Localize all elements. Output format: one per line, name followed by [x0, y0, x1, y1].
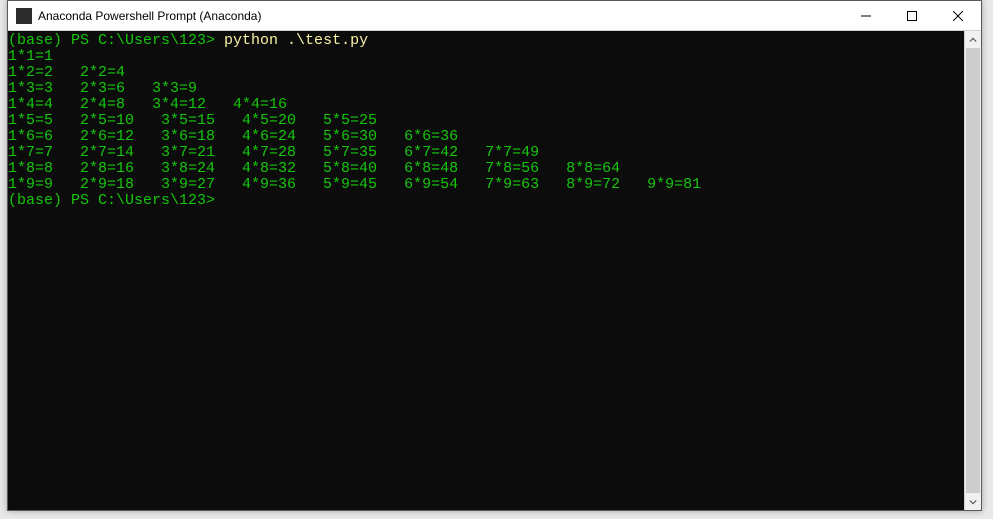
minimize-icon	[861, 11, 871, 21]
maximize-icon	[907, 11, 917, 21]
close-icon	[953, 11, 963, 21]
scrollbar[interactable]	[964, 31, 981, 510]
terminal-output-line: 1*8=8 2*8=16 3*8=24 4*8=32 5*8=40 6*8=48…	[8, 161, 964, 177]
chevron-up-icon	[969, 36, 977, 44]
prompt-text: (base) PS C:\Users\123>	[8, 32, 224, 49]
terminal-output-line: 1*9=9 2*9=18 3*9=27 4*9=36 5*9=45 6*9=54…	[8, 177, 964, 193]
chevron-down-icon	[969, 498, 977, 506]
terminal-output-line: 1*1=1	[8, 49, 964, 65]
command-text: python .\test.py	[224, 32, 368, 49]
terminal-output-line: 1*2=2 2*2=4	[8, 65, 964, 81]
window-controls	[843, 1, 981, 30]
scroll-thumb[interactable]	[966, 48, 980, 493]
terminal-output-line: 1*6=6 2*6=12 3*6=18 4*6=24 5*6=30 6*6=36	[8, 129, 964, 145]
terminal-output-line: 1*3=3 2*3=6 3*3=9	[8, 81, 964, 97]
minimize-button[interactable]	[843, 1, 889, 30]
scroll-up-button[interactable]	[965, 31, 981, 48]
scroll-track[interactable]	[965, 48, 981, 493]
client-area: (base) PS C:\Users\123> python .\test.py…	[8, 31, 981, 510]
window-frame: Anaconda Powershell Prompt (Anaconda) (b…	[7, 0, 982, 511]
terminal-output-line: 1*7=7 2*7=14 3*7=21 4*7=28 5*7=35 6*7=42…	[8, 145, 964, 161]
close-button[interactable]	[935, 1, 981, 30]
terminal-line: (base) PS C:\Users\123> python .\test.py	[8, 33, 964, 49]
terminal-output-line: 1*4=4 2*4=8 3*4=12 4*4=16	[8, 97, 964, 113]
maximize-button[interactable]	[889, 1, 935, 30]
window-title: Anaconda Powershell Prompt (Anaconda)	[38, 9, 843, 23]
terminal-line: (base) PS C:\Users\123>	[8, 193, 964, 209]
titlebar[interactable]: Anaconda Powershell Prompt (Anaconda)	[8, 1, 981, 31]
terminal-output-line: 1*5=5 2*5=10 3*5=15 4*5=20 5*5=25	[8, 113, 964, 129]
app-icon	[16, 8, 32, 24]
scroll-down-button[interactable]	[965, 493, 981, 510]
terminal[interactable]: (base) PS C:\Users\123> python .\test.py…	[8, 31, 964, 510]
